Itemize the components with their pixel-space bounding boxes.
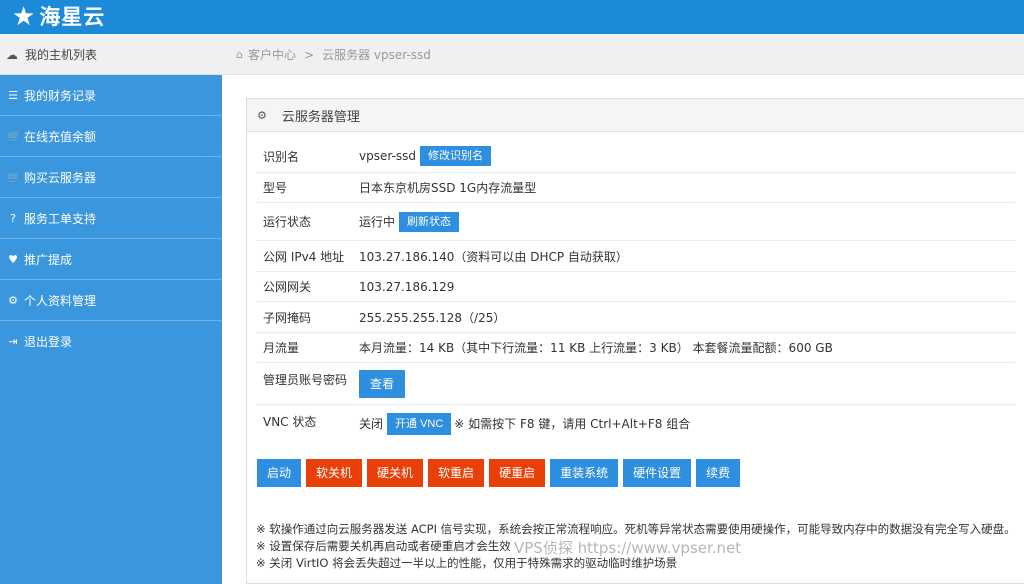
- action-buttons: 启动 软关机 硬关机 软重启 硬重启 重装系统 硬件设置 续费: [257, 459, 745, 487]
- sidebar-item-support[interactable]: ? 服务工单支持: [0, 198, 222, 239]
- panel-title: 云服务器管理: [281, 109, 360, 125]
- sidebar-item-label: 购买云服务器: [24, 170, 97, 185]
- row-label: VNC 状态: [263, 415, 317, 429]
- breadcrumb-separator: >: [304, 47, 315, 62]
- vnc-note: ※ 如需按下 F8 键，请用 Ctrl+Alt+F8 组合: [454, 417, 691, 431]
- row-label: 型号: [263, 181, 288, 195]
- sidebar-item-finance[interactable]: ☰ 我的财务记录: [0, 75, 222, 116]
- sidebar-item-label: 在线充值余额: [24, 129, 97, 144]
- question-icon: ?: [10, 211, 16, 225]
- row-status: 运行状态 运行中 刷新状态: [257, 203, 1015, 241]
- row-label: 公网 IPv4 地址: [263, 249, 345, 264]
- refresh-status-button[interactable]: 刷新状态: [399, 211, 460, 232]
- traffic-value: 本月流量：14 KB（其中下行流量：11 KB 上行流量：3 KB） 本套餐流量…: [359, 341, 833, 355]
- cart-icon: 🛒: [7, 129, 21, 143]
- row-label: 子网掩码: [263, 310, 312, 325]
- note-line: ※ 软操作通过向云服务器发送 ACPI 信号实现，系统会按正常流程响应。死机等异…: [256, 522, 1016, 536]
- netmask-value: 255.255.255.128（/25）: [359, 310, 506, 325]
- gear-icon: ⚙: [8, 293, 18, 307]
- panel-header: ⚙ 云服务器管理: [247, 99, 1024, 132]
- row-label: 运行状态: [263, 215, 312, 229]
- row-vnc: VNC 状态 关闭 开通 VNC ※ 如需按下 F8 键，请用 Ctrl+Alt…: [257, 405, 1015, 442]
- row-traffic: 月流量 本月流量：14 KB（其中下行流量：11 KB 上行流量：3 KB） 本…: [257, 333, 1015, 363]
- enable-vnc-button[interactable]: 开通 VNC: [387, 412, 452, 435]
- top-header: ★ 海星云: [0, 0, 1024, 34]
- rename-alias-button[interactable]: 修改识别名: [419, 146, 491, 166]
- hardware-settings-button[interactable]: 硬件设置: [623, 459, 692, 487]
- host-list-link[interactable]: ☁ 我的主机列表: [0, 34, 222, 75]
- server-management-panel: ⚙ 云服务器管理 识别名 vpser-ssd 修改识别名 型号 日本东京机房SS…: [246, 98, 1024, 584]
- sidebar: ☰ 我的财务记录 🛒 在线充值余额 🛒 购买云服务器 ? 服务工单支持 ♥ 推广…: [0, 75, 222, 584]
- sidebar-item-buy-server[interactable]: 🛒 购买云服务器: [0, 157, 222, 198]
- logo[interactable]: ★ 海星云: [12, 3, 105, 31]
- row-label: 识别名: [263, 149, 300, 164]
- settings-icon: ⚙: [257, 108, 267, 122]
- breadcrumb: ⌂ 客户中心 > 云服务器 vpser-ssd: [236, 34, 431, 75]
- sidebar-item-profile[interactable]: ⚙ 个人资料管理: [0, 280, 222, 321]
- start-button[interactable]: 启动: [257, 459, 302, 487]
- ipv4-value: 103.27.186.140（资料可以由 DHCP 自动获取）: [359, 249, 628, 264]
- alias-value: vpser-ssd: [359, 149, 416, 163]
- sidebar-item-label: 我的财务记录: [24, 88, 97, 103]
- gateway-value: 103.27.186.129: [359, 279, 455, 294]
- row-admin-password: 管理员账号密码 查看: [257, 363, 1015, 405]
- sidebar-item-label: 推广提成: [24, 252, 73, 267]
- view-password-button[interactable]: 查看: [359, 369, 406, 398]
- sidebar-item-label: 个人资料管理: [24, 293, 97, 308]
- star-icon: ★: [12, 2, 36, 32]
- watermark: VPS侦探 https://www.vpser.net: [514, 539, 742, 557]
- hard-reboot-button[interactable]: 硬重启: [489, 459, 546, 487]
- sidebar-item-recharge[interactable]: 🛒 在线充值余额: [0, 116, 222, 157]
- home-icon: ⌂: [236, 48, 243, 61]
- vnc-status-value: 关闭: [359, 417, 384, 431]
- hard-shutdown-button[interactable]: 硬关机: [367, 459, 424, 487]
- row-model: 型号 日本东京机房SSD 1G内存流量型: [257, 173, 1015, 203]
- cloud-icon: ☁: [6, 47, 18, 62]
- renew-button[interactable]: 续费: [696, 459, 741, 487]
- heart-icon: ♥: [8, 252, 18, 266]
- status-value: 运行中: [359, 215, 396, 229]
- row-label: 公网网关: [263, 280, 312, 294]
- breadcrumb-bar: ☁ 我的主机列表 ⌂ 客户中心 > 云服务器 vpser-ssd: [0, 34, 1024, 75]
- row-label: 管理员账号密码: [263, 373, 348, 387]
- row-ipv4: 公网 IPv4 地址 103.27.186.140（资料可以由 DHCP 自动获…: [257, 241, 1015, 272]
- sidebar-item-affiliate[interactable]: ♥ 推广提成: [0, 239, 222, 280]
- breadcrumb-current: 云服务器 vpser-ssd: [322, 48, 431, 62]
- model-value: 日本东京机房SSD 1G内存流量型: [359, 181, 537, 195]
- sidebar-item-label: 服务工单支持: [24, 211, 97, 226]
- row-label: 月流量: [263, 341, 300, 355]
- row-netmask: 子网掩码 255.255.255.128（/25）: [257, 302, 1015, 333]
- reinstall-os-button[interactable]: 重装系统: [550, 459, 619, 487]
- sidebar-item-logout[interactable]: ⇥ 退出登录: [0, 321, 222, 362]
- logo-text: 海星云: [39, 5, 106, 29]
- breadcrumb-home[interactable]: 客户中心: [248, 46, 296, 63]
- row-alias: 识别名 vpser-ssd 修改识别名: [257, 140, 1015, 173]
- host-list-label: 我的主机列表: [25, 48, 98, 62]
- logout-icon: ⇥: [8, 335, 18, 348]
- sidebar-item-label: 退出登录: [24, 335, 73, 349]
- cart-icon: 🛒: [7, 170, 21, 184]
- row-gateway: 公网网关 103.27.186.129: [257, 272, 1015, 302]
- list-icon: ☰: [8, 88, 18, 102]
- soft-reboot-button[interactable]: 软重启: [428, 459, 485, 487]
- soft-shutdown-button[interactable]: 软关机: [306, 459, 363, 487]
